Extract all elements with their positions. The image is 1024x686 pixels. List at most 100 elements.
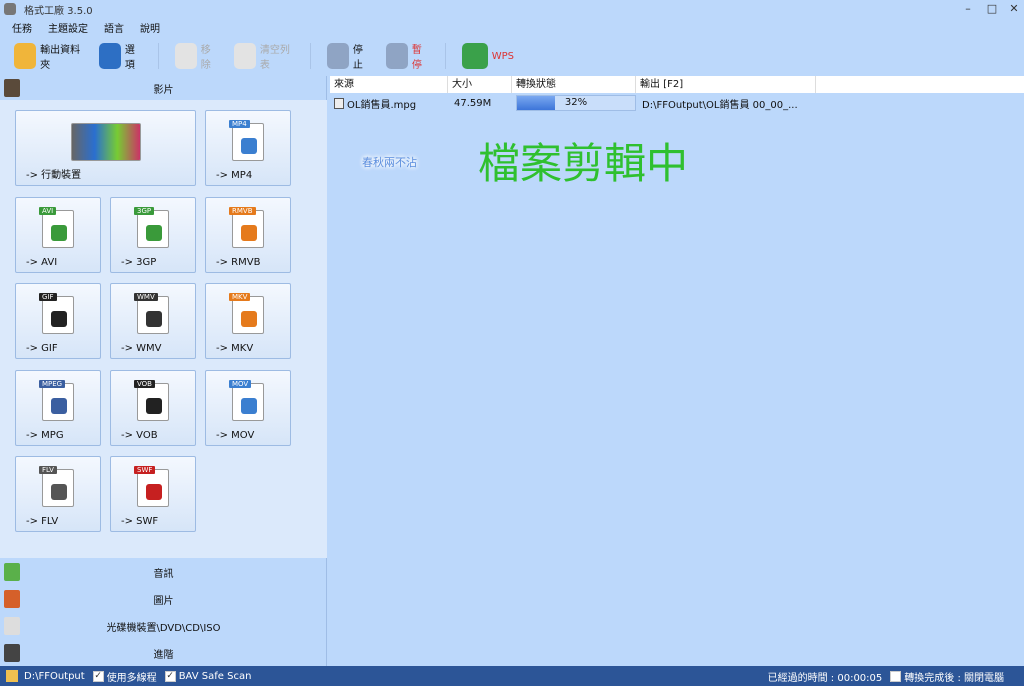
editing-caption: 檔案剪輯中 — [478, 139, 689, 188]
format-tile-label: -> RMVB — [216, 257, 261, 268]
format-tile-label: -> SWF — [121, 516, 159, 527]
format-tile-label: -> GIF — [26, 343, 58, 354]
format-glyph — [146, 484, 162, 500]
toolbar-button-pause[interactable]: 暫停 — [380, 41, 435, 71]
format-tile-mobile[interactable]: -> 行動裝置 — [15, 110, 196, 186]
col-status[interactable]: 轉換狀態 — [512, 76, 636, 93]
output-folder-icon — [14, 43, 37, 69]
table-row[interactable]: OL銷售員.mpg 47.59M 32% D:\FFOutput\OL銷售員 0… — [330, 95, 1024, 111]
toolbar-label: 選項 — [124, 45, 135, 71]
folder-icon — [6, 670, 18, 682]
options-gear-icon — [98, 43, 121, 69]
format-tile-label: -> MKV — [216, 343, 254, 354]
toolbar-label: 暫停 — [411, 45, 422, 71]
3gp-file-icon: 3GP — [134, 207, 169, 248]
video-icon — [4, 79, 20, 97]
category-picture[interactable]: 圖片 — [0, 587, 327, 611]
toolbar-label: 停止 — [352, 45, 363, 71]
format-tile-label: -> MOV — [216, 430, 255, 441]
row-source: OL銷售員.mpg — [347, 99, 417, 111]
format-glyph — [241, 138, 257, 154]
multithread-checkbox[interactable]: ✓ — [92, 670, 104, 682]
toolbar-button-stop[interactable]: 停止 — [321, 41, 376, 71]
category-advanced[interactable]: 進階 — [0, 641, 327, 665]
advanced-icon — [4, 644, 20, 662]
row-size: 47.59M — [454, 97, 492, 109]
bav-label: BAV Safe Scan — [178, 670, 252, 682]
format-glyph — [146, 398, 162, 414]
format-tile-mov[interactable]: MOV -> MOV — [205, 370, 291, 446]
remove-icon — [174, 43, 197, 69]
format-tile-avi[interactable]: AVI -> AVI — [15, 197, 101, 273]
format-tile-mkv[interactable]: MKV -> MKV — [205, 283, 291, 359]
format-tag: WMV — [134, 293, 158, 301]
col-output[interactable]: 輸出 [F2] — [636, 76, 816, 93]
swf-file-icon: SWF — [134, 466, 169, 507]
toolbar-label: 移除 — [200, 45, 211, 71]
format-tile-3gp[interactable]: 3GP -> 3GP — [110, 197, 196, 273]
col-source[interactable]: 來源 — [330, 76, 448, 93]
pause-icon — [385, 43, 408, 69]
category-video[interactable]: 影片 — [0, 76, 327, 100]
wps-icon — [461, 43, 488, 69]
after-done-checkbox[interactable] — [890, 670, 902, 682]
vob-file-icon: VOB — [134, 380, 169, 421]
format-tag: GIF — [39, 293, 57, 301]
menu-theme[interactable]: 主題設定 — [48, 20, 88, 35]
format-tile-mp4[interactable]: MP4 -> MP4 — [205, 110, 291, 186]
format-tag: MOV — [229, 380, 252, 388]
toolbar-divider — [309, 43, 311, 69]
close-button[interactable]: ✕ — [1004, 2, 1024, 16]
format-tile-vob[interactable]: VOB -> VOB — [110, 370, 196, 446]
format-glyph — [241, 311, 257, 327]
format-tile-rmvb[interactable]: RMVB -> RMVB — [205, 197, 291, 273]
format-tag: VOB — [134, 380, 155, 388]
output-folder-path[interactable]: D:\FFOutput — [24, 671, 85, 682]
category-video-label: 影片 — [153, 84, 174, 96]
maximize-button[interactable]: □ — [982, 2, 1002, 16]
mpeg-file-icon: MPEG — [39, 380, 74, 421]
format-glyph — [51, 225, 67, 241]
category-label: 圖片 — [153, 595, 174, 607]
toolbar-button-clear-list: 清空列表 — [228, 41, 300, 71]
toolbar-button-wps[interactable]: WPS — [456, 43, 520, 69]
format-tile-label: -> FLV — [26, 516, 59, 527]
toolbar-label: 輸出資料夾 — [40, 45, 81, 71]
format-glyph — [241, 398, 257, 414]
format-tile-label: -> MPG — [26, 430, 64, 441]
category-disc-drive[interactable]: 光碟機裝置\DVD\CD\ISO — [0, 614, 327, 638]
minimize-button[interactable]: – — [958, 2, 978, 16]
toolbar-button-options-gear[interactable]: 選項 — [93, 41, 148, 71]
window-title: 格式工廠 3.5.0 — [24, 5, 93, 17]
menu-help[interactable]: 說明 — [140, 20, 160, 35]
format-tag: RMVB — [229, 207, 256, 215]
format-glyph — [146, 311, 162, 327]
wmv-file-icon: WMV — [134, 293, 169, 334]
format-tag: AVI — [39, 207, 57, 215]
format-glyph — [51, 311, 67, 327]
bav-checkbox[interactable]: ✓ — [164, 670, 176, 682]
toolbar-divider — [157, 43, 159, 69]
format-glyph — [146, 225, 162, 241]
menu-task[interactable]: 任務 — [12, 20, 32, 35]
format-tile-swf[interactable]: SWF -> SWF — [110, 456, 196, 532]
format-tile-label: -> MP4 — [216, 170, 253, 181]
flv-file-icon: FLV — [39, 466, 74, 507]
progress-bar: 32% — [516, 95, 636, 111]
toolbar-button-output-folder[interactable]: 輸出資料夾 — [8, 41, 89, 71]
category-music[interactable]: 音訊 — [0, 560, 327, 584]
format-tile-gif[interactable]: GIF -> GIF — [15, 283, 101, 359]
menu-language[interactable]: 語言 — [104, 20, 124, 35]
toolbar-button-remove: 移除 — [169, 41, 224, 71]
title-bar: 格式工廠 3.5.0 – □ ✕ — [0, 0, 1024, 18]
format-tile-wmv[interactable]: WMV -> WMV — [110, 283, 196, 359]
app-icon — [4, 3, 16, 15]
format-tile-mpeg[interactable]: MPEG -> MPG — [15, 370, 101, 446]
format-tag: MP4 — [229, 120, 250, 128]
col-size[interactable]: 大小 — [448, 76, 512, 93]
left-panel: 影片 -> 行動裝置 MP4 -> MP4 AVI -> AVI 3GP -> 3GP RMV… — [0, 76, 327, 666]
format-tag: FLV — [39, 466, 57, 474]
category-label: 音訊 — [153, 568, 174, 580]
format-tile-flv[interactable]: FLV -> FLV — [15, 456, 101, 532]
menu-bar: 任務 主題設定 語言 說明 — [0, 18, 160, 36]
